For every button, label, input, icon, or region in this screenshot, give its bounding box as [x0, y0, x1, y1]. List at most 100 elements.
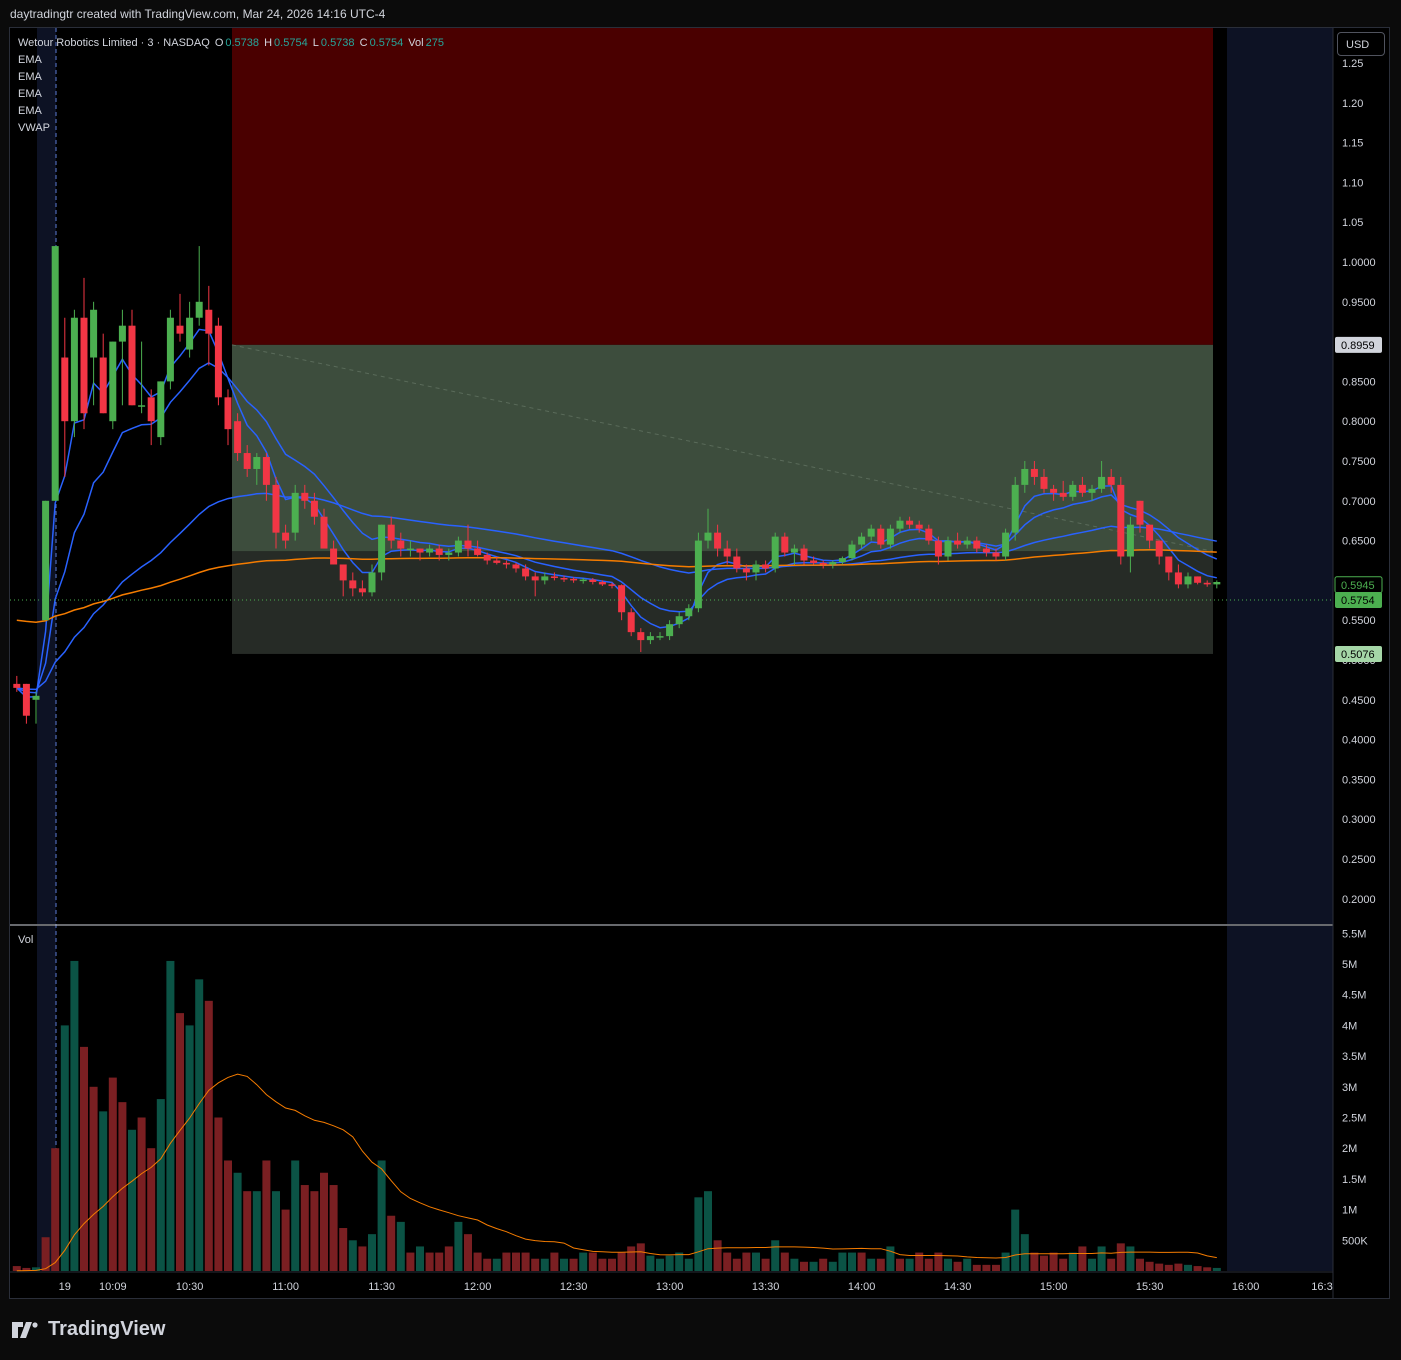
candle-body	[685, 608, 693, 617]
candle-body	[416, 548, 424, 553]
volume-bar	[1126, 1246, 1135, 1271]
price-tick-label: 0.3000	[1342, 814, 1376, 826]
candle-body	[157, 381, 165, 438]
candle-body	[358, 588, 366, 593]
volume-axis[interactable]: 5.5M 5M 4.5M 4M 3.5M 3M 2.5M 2M 1.5M 1M 500K	[1342, 928, 1368, 1247]
high-value: 0.5754	[274, 37, 308, 49]
symbol-title[interactable]: Wetour Robotics Limited · 3 · NASDAQ	[18, 37, 210, 49]
volume-bar	[742, 1252, 751, 1271]
volume-bar	[790, 1258, 799, 1271]
volume-bar	[224, 1160, 232, 1271]
chart-canvas[interactable]: 1.251.201.151.101.051.00000.95000.90000.…	[0, 0, 1401, 1360]
volume-bar	[60, 1025, 69, 1271]
candle-body	[982, 548, 990, 553]
volume-bar	[204, 1000, 213, 1271]
candle-body	[886, 528, 894, 545]
candle-body	[1098, 476, 1106, 489]
candle-body	[1155, 540, 1163, 557]
volume-pane-label[interactable]: Vol	[18, 934, 33, 946]
time-tick-label: 15:00	[1040, 1281, 1068, 1293]
currency-button[interactable]: USD	[1337, 32, 1385, 56]
candle-body	[1213, 581, 1221, 585]
indicator-ema-4[interactable]: EMA	[18, 103, 446, 120]
volume-bar	[944, 1258, 952, 1271]
candle-body	[1078, 484, 1086, 493]
candle-body	[627, 612, 635, 633]
time-tick-label: 16:00	[1232, 1281, 1260, 1293]
volume-bar	[348, 1240, 357, 1271]
candle-body	[742, 568, 750, 573]
volume-bar	[1068, 1252, 1077, 1271]
candle-body	[675, 616, 683, 625]
price-tick-label: 0.3500	[1342, 774, 1376, 786]
volume-bar	[656, 1258, 664, 1271]
tradingview-logo: TradingView	[12, 1318, 165, 1341]
indicator-vwap[interactable]: VWAP	[18, 120, 446, 137]
volume-bar	[838, 1252, 847, 1271]
low-label: L	[312, 37, 319, 49]
time-axis[interactable]: 19 10:09 10:30 11:00 11:30 12:00 12:30 13:00 13:…	[59, 1281, 1333, 1293]
candle-body	[1203, 582, 1211, 585]
volume-tick-label: 3M	[1342, 1082, 1357, 1094]
candle-body	[714, 532, 722, 549]
volume-bar	[1203, 1267, 1212, 1271]
candle-body	[954, 540, 962, 545]
indicator-ema-1[interactable]: EMA	[18, 52, 446, 69]
candle-body	[1040, 476, 1048, 489]
candle-body	[195, 301, 203, 318]
candle-body	[666, 624, 674, 637]
price-tick-label: 0.7500	[1342, 456, 1376, 468]
candle-body	[502, 562, 510, 565]
volume-bar	[1020, 1234, 1029, 1271]
candle-body	[1194, 576, 1202, 583]
price-axis[interactable]: 1.251.201.151.101.051.00000.95000.90000.…	[1342, 58, 1376, 906]
volume-bar	[243, 1191, 252, 1271]
price-tick-label: 0.7000	[1342, 496, 1376, 508]
candle-body	[51, 246, 59, 501]
time-tick-label: 15:30	[1136, 1281, 1164, 1293]
volume-bar	[819, 1258, 828, 1271]
candle-body	[320, 516, 328, 549]
candle-body	[118, 325, 126, 342]
candle-body	[464, 540, 472, 549]
volume-bar	[262, 1160, 271, 1271]
volume-bar	[99, 1111, 108, 1271]
candle-body	[330, 548, 338, 565]
candle-body	[752, 564, 760, 573]
volume-bar	[329, 1185, 338, 1271]
indicator-ema-3[interactable]: EMA	[18, 86, 446, 103]
volume-bar	[608, 1258, 616, 1271]
volume-bar	[1174, 1263, 1183, 1271]
volume-bar	[713, 1240, 722, 1271]
volume-bar	[185, 1025, 194, 1271]
volume-bar	[1116, 1243, 1125, 1271]
candle-body	[646, 636, 654, 641]
volume-bar	[358, 1246, 367, 1271]
candle-body	[301, 492, 309, 501]
volume-bar	[1212, 1267, 1221, 1271]
high-label: H	[264, 37, 273, 49]
volume-bar	[176, 1013, 184, 1271]
volume-bar	[377, 1160, 386, 1271]
volume-bar	[128, 1129, 136, 1271]
candle-body	[1136, 500, 1144, 525]
volume-bar	[732, 1258, 741, 1271]
candle-body	[896, 520, 904, 529]
volume-bar	[1184, 1264, 1192, 1271]
volume-bar	[771, 1240, 780, 1271]
indicator-ema-2[interactable]: EMA	[18, 69, 446, 86]
candle-body	[99, 357, 107, 414]
price-tick-label: 1.20	[1342, 98, 1363, 110]
volume-bar	[214, 1117, 223, 1271]
candle-body	[733, 556, 741, 569]
close-label: C	[359, 37, 368, 49]
profit-target-zone[interactable]	[232, 344, 1213, 552]
time-tick-label: 14:30	[944, 1281, 972, 1293]
time-tick-label: 12:30	[560, 1281, 588, 1293]
volume-bar	[435, 1252, 444, 1271]
volume-bar	[972, 1264, 981, 1271]
time-tick-label: 10:09	[99, 1281, 127, 1293]
price-tick-label: 0.4500	[1342, 695, 1376, 707]
close-value: 0.5754	[369, 37, 404, 49]
candle-body	[925, 528, 933, 541]
